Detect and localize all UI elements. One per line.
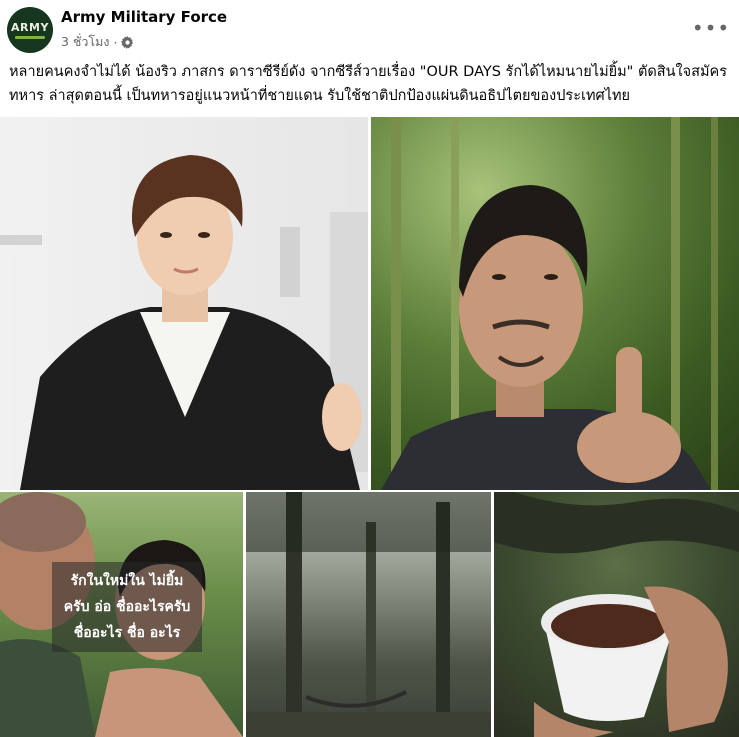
gear-icon[interactable]: [121, 35, 134, 49]
post-timestamp[interactable]: 3 ชั่วโมง: [61, 32, 110, 52]
post-caption: หลายคนคงจำไม่ได้ น้องริว ภาสกร ดาราซีรีย…: [9, 64, 728, 104]
post-meta: 3 ชั่วโมง ·: [61, 32, 134, 52]
post-photo-2[interactable]: [371, 117, 739, 490]
photo-4-illustration: [246, 492, 491, 737]
avatar-logo-text: ARMY: [11, 21, 49, 34]
post-photo-1[interactable]: [0, 117, 368, 490]
post-photo-5[interactable]: [494, 492, 739, 737]
more-horizontal-icon: •••: [691, 16, 731, 40]
photo-overlay-text: รักในใหม่ใน ไม่ยิ้มครับ อ่อ ชื่ออะไรครับ…: [52, 562, 202, 652]
photo-5-illustration: [494, 492, 739, 737]
photo-1-illustration: [0, 155, 368, 490]
more-options-button[interactable]: •••: [692, 14, 729, 42]
post-photo-3[interactable]: รักในใหม่ใน ไม่ยิ้มครับ อ่อ ชื่ออะไรครับ…: [0, 492, 243, 737]
page-avatar[interactable]: ARMY: [7, 7, 53, 53]
post-header: ARMY Army Military Force 3 ชั่วโมง · •••: [0, 0, 739, 56]
meta-separator: ·: [113, 34, 118, 50]
photo-2-illustration: [381, 117, 718, 490]
page-name-link[interactable]: Army Military Force: [61, 8, 227, 26]
avatar-logo-bar: [15, 36, 45, 39]
post-photo-4[interactable]: [246, 492, 491, 737]
